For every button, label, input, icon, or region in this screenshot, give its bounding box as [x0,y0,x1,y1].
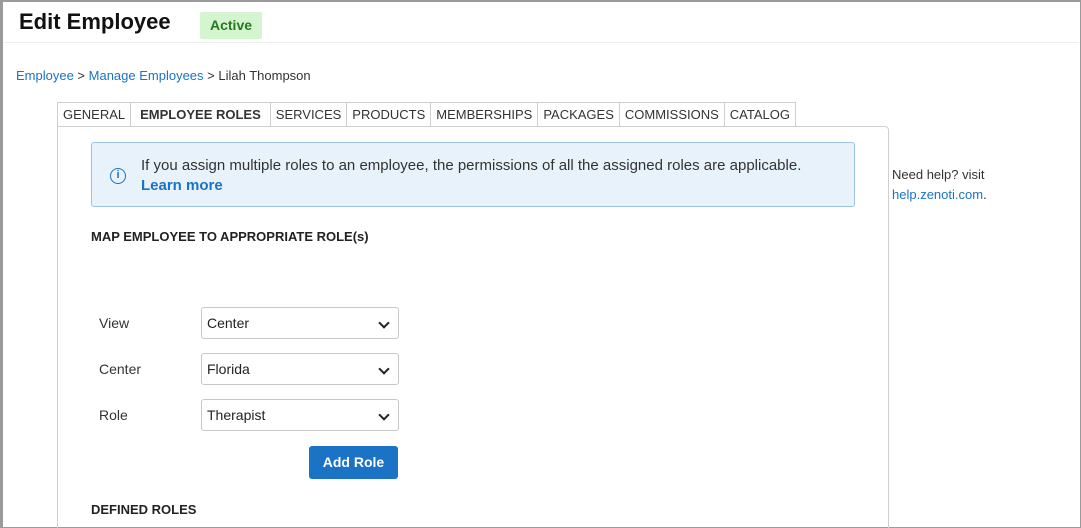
map-section-title: MAP EMPLOYEE TO APPROPRIATE ROLE(s) [91,229,369,244]
breadcrumb-separator: > [203,68,219,83]
learn-more-link[interactable]: Learn more [141,177,223,194]
view-label: View [99,315,130,331]
add-role-button[interactable]: Add Role [309,446,398,479]
breadcrumb-employee[interactable]: Employee [16,68,74,83]
help-link[interactable]: help.zenoti.com [892,187,983,202]
center-select[interactable]: Florida [201,353,399,385]
breadcrumb: Employee > Manage Employees > Lilah Thom… [16,68,311,83]
view-select[interactable]: Center [201,307,399,339]
info-text: If you assign multiple roles to an emplo… [141,157,802,174]
help-panel: Need help? visit help.zenoti.com. [892,165,987,205]
chevron-down-icon [378,317,390,329]
help-suffix: . [983,187,987,202]
center-select-value: Florida [207,361,250,377]
breadcrumb-separator: > [73,68,89,83]
breadcrumb-manage-employees[interactable]: Manage Employees [89,68,204,83]
status-badge: Active [200,12,263,39]
role-select-value: Therapist [207,407,266,423]
tab-employee-roles[interactable]: EMPLOYEE ROLES [130,102,270,127]
help-text: Need help? visit [892,167,985,182]
tab-bar: GENERAL EMPLOYEE ROLES SERVICES PRODUCTS… [57,102,796,127]
tab-services[interactable]: SERVICES [269,102,347,127]
tab-general[interactable]: GENERAL [57,102,131,127]
tab-memberships[interactable]: MEMBERSHIPS [430,102,538,127]
center-label: Center [99,361,142,377]
tab-products[interactable]: PRODUCTS [346,102,431,127]
role-label: Role [99,407,128,423]
page-header: Edit Employee Active [3,2,1079,43]
page-title: Edit Employee [19,9,171,34]
defined-roles-title: DEFINED ROLES [91,502,197,517]
chevron-down-icon [378,363,390,375]
info-banner: i If you assign multiple roles to an emp… [91,142,855,207]
tab-packages[interactable]: PACKAGES [537,102,619,127]
breadcrumb-current: Lilah Thompson [218,68,311,83]
info-icon: i [110,168,126,184]
tab-commissions[interactable]: COMMISSIONS [618,102,724,127]
tab-catalog[interactable]: CATALOG [723,102,796,127]
view-select-value: Center [207,315,250,331]
chevron-down-icon [378,409,390,421]
role-select[interactable]: Therapist [201,399,399,431]
employee-roles-panel: i If you assign multiple roles to an emp… [57,126,889,528]
